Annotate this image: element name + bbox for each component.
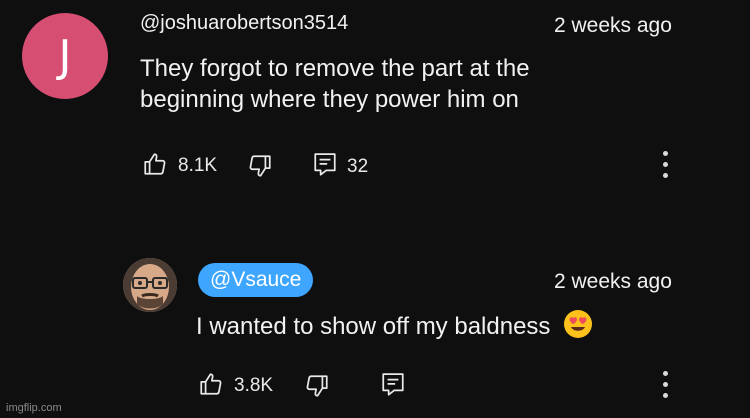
comment-text-line-2: beginning where they power him on [140,86,519,113]
dislike-icon [249,155,271,177]
comment-timestamp: 2 weeks ago [554,14,672,37]
reply-like-button[interactable] [198,371,224,397]
reply-icon [314,153,336,176]
avatar-letter: J [58,30,72,82]
more-options-button[interactable] [662,151,670,184]
more-options-icon [662,151,670,178]
reply-button[interactable] [313,152,337,178]
reply-reply-button[interactable] [381,372,405,398]
reply-like-count: 3.8K [234,375,274,396]
creator-username-chip[interactable]: @Vsauce [198,263,314,297]
like-icon [144,153,166,175]
watermark: imgflip.com [6,402,62,414]
heart-eyes-emoji [564,310,593,338]
like-button[interactable] [142,151,168,177]
reply-text-row: I wanted to show off my baldness [196,309,593,342]
reply-text: I wanted to show off my baldness [196,313,551,340]
comment-text: They forgot to remove the part at the be… [140,53,530,115]
comment-text-line-1: They forgot to remove the part at the [140,55,530,82]
reply-icon [382,373,404,396]
like-count: 8.1K [178,155,218,176]
reply-timestamp: 2 weeks ago [554,270,672,293]
dislike-button[interactable] [247,153,273,179]
avatar[interactable]: J [22,13,108,99]
creator-avatar-image [123,258,177,312]
reply-more-options-button[interactable] [662,371,670,404]
more-options-icon [662,371,670,398]
comment-username[interactable]: @joshuarobertson3514 [140,12,348,35]
creator-avatar[interactable] [123,258,177,312]
dislike-icon [306,375,328,397]
reply-dislike-button[interactable] [304,373,330,399]
like-icon [200,373,222,395]
reply-count: 32 [347,156,369,177]
